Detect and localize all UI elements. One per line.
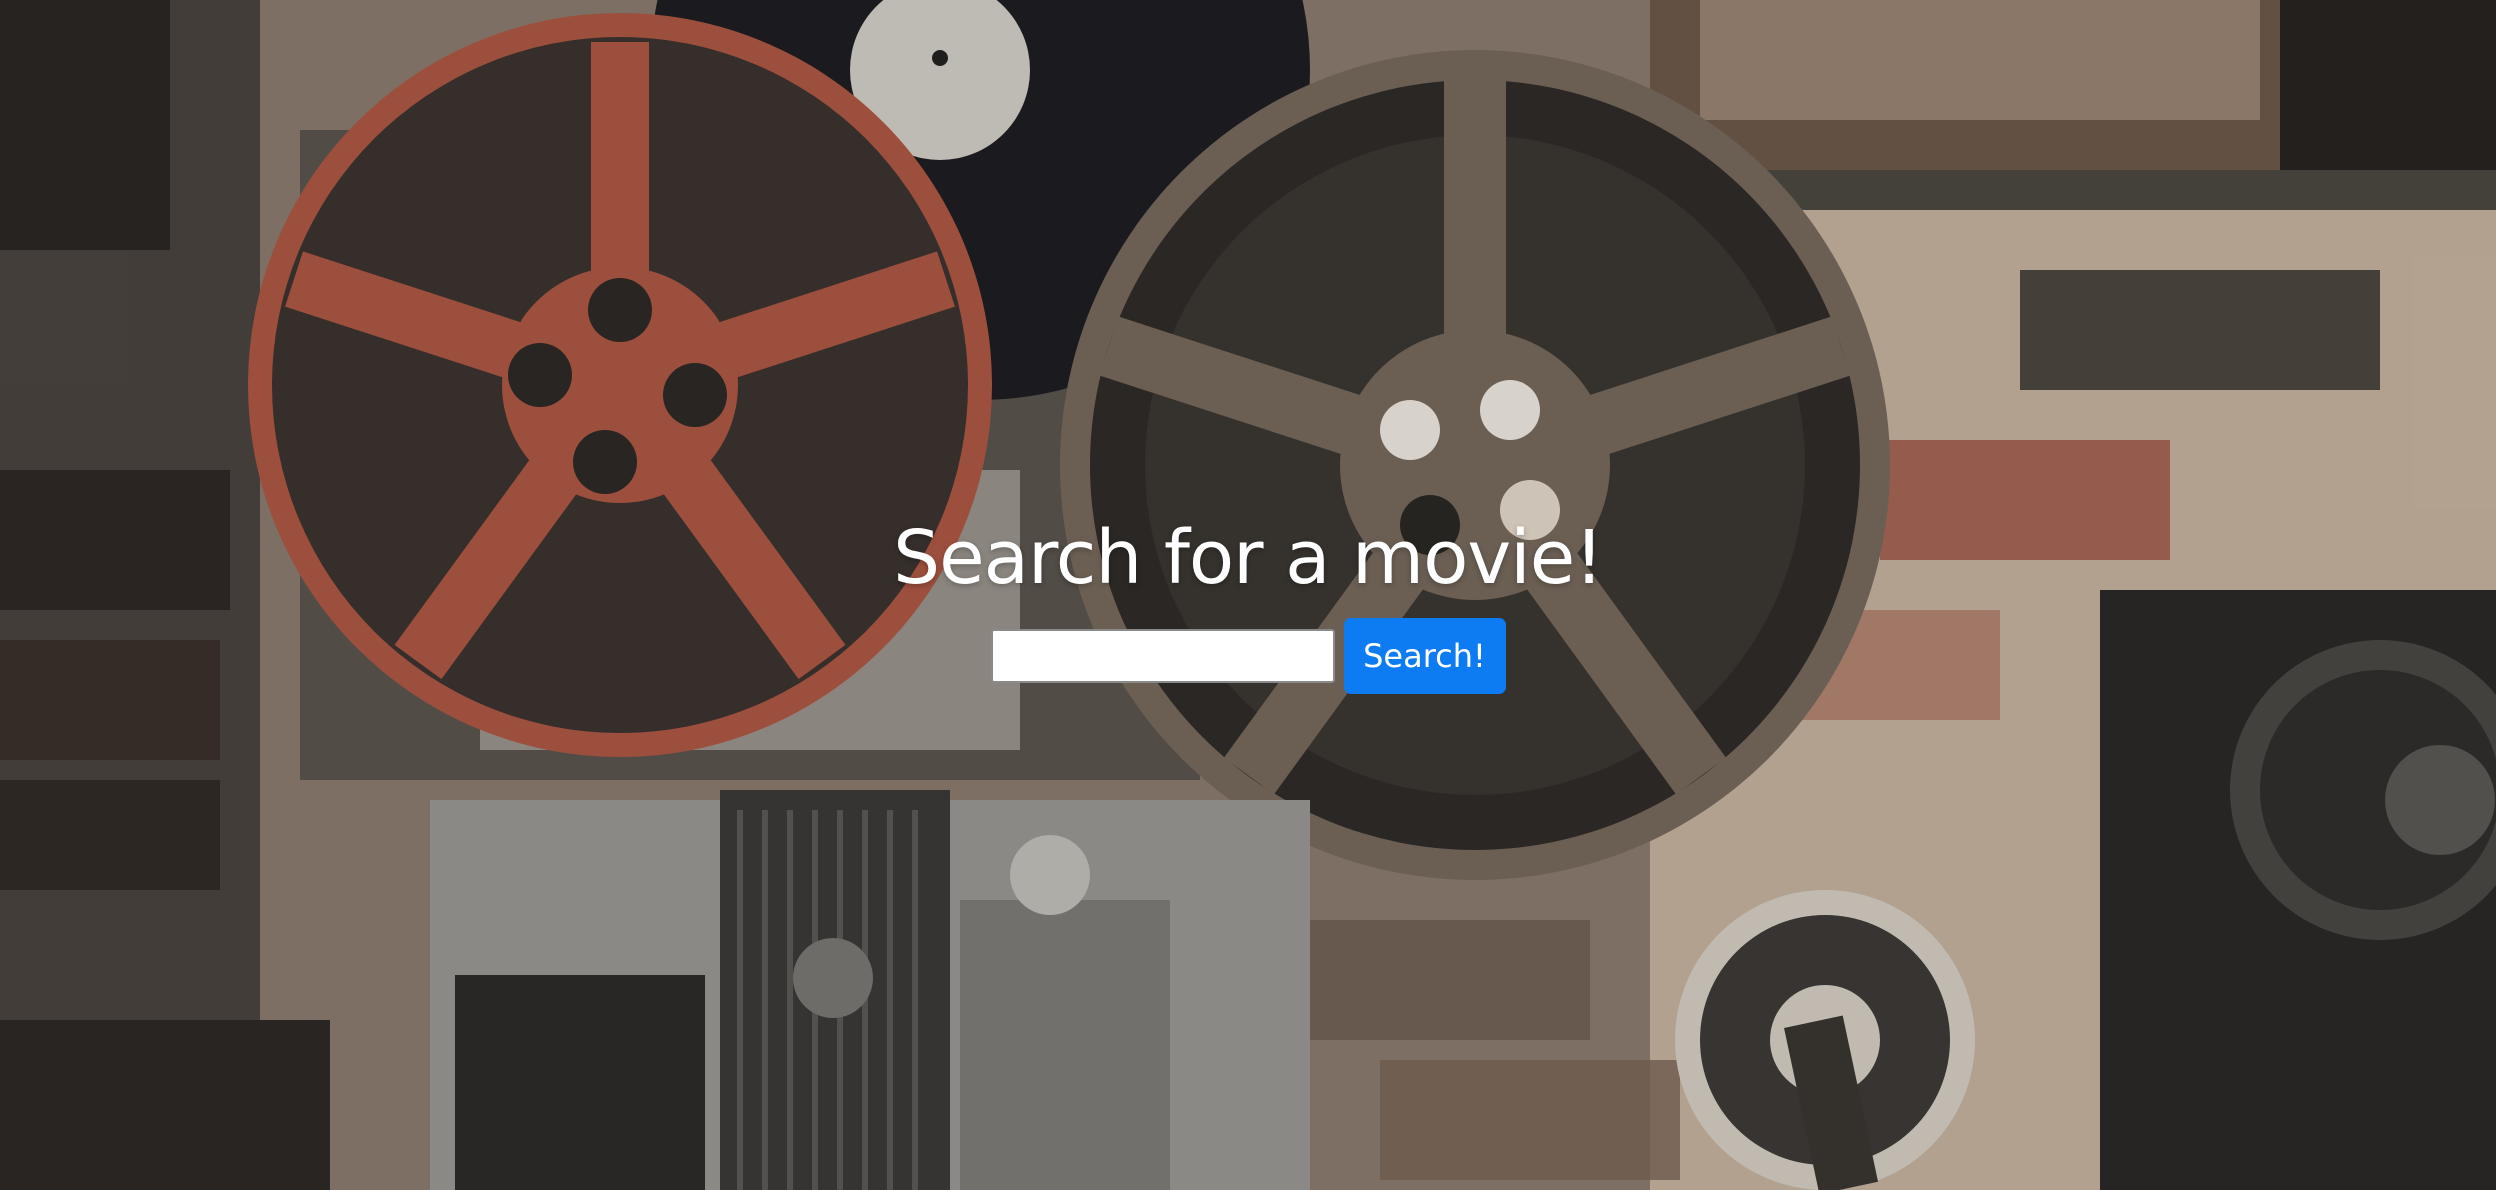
hero-section: Search for a movie! Search! [0, 508, 2496, 694]
search-form: Search! [0, 618, 2496, 694]
page-title: Search for a movie! [893, 515, 1604, 601]
page: Search for a movie! Search! [0, 0, 2496, 1190]
search-input[interactable] [990, 629, 1335, 683]
search-button[interactable]: Search! [1343, 618, 1506, 694]
